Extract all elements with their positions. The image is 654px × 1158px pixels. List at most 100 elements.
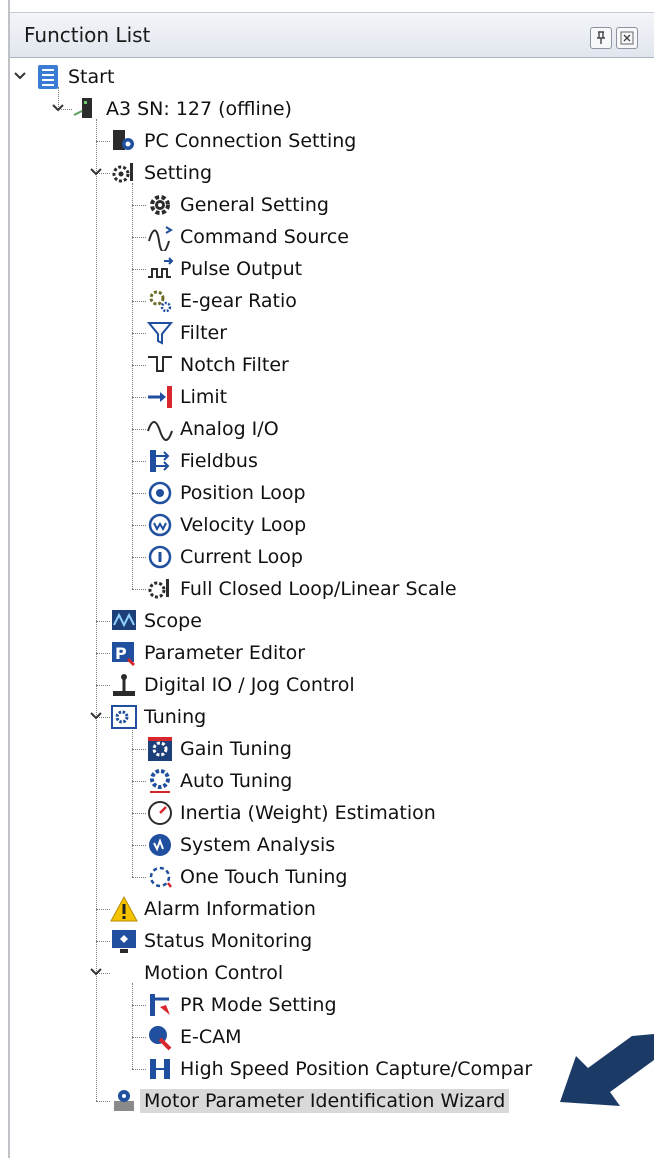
svg-text:P: P <box>115 644 127 663</box>
tree-item-alarm-information[interactable]: Alarm Information <box>10 894 654 924</box>
pin-button[interactable] <box>590 27 612 49</box>
tree-item-setting-3[interactable]: E-gear Ratio <box>10 286 654 316</box>
tree-item-tuning-4[interactable]: One Touch Tuning <box>10 862 654 892</box>
tree-item-setting-9[interactable]: Position Loop <box>10 478 654 508</box>
tree-item-tuning[interactable]: Tuning <box>10 702 654 732</box>
tree-guide-line <box>132 269 146 270</box>
tree-item-setting-7[interactable]: Analog I/O <box>10 414 654 444</box>
tree-item-setting-12[interactable]: Full Closed Loop/Linear Scale <box>10 574 654 604</box>
tree-item-scope[interactable]: Scope <box>10 606 654 636</box>
tree-item-setting-8[interactable]: Fieldbus <box>10 446 654 476</box>
tree-item-label: Limit <box>180 386 228 408</box>
tree-guide-line <box>132 525 146 526</box>
tree-item-setting-5[interactable]: Notch Filter <box>10 350 654 380</box>
pulse-output-icon <box>146 255 174 283</box>
tree-guide-line <box>132 237 146 238</box>
tree-item-label: Motor Parameter Identification Wizard <box>140 1089 510 1113</box>
velocity-loop-icon <box>146 511 174 539</box>
pin-icon <box>597 31 605 44</box>
tree-item-setting-4[interactable]: Filter <box>10 318 654 348</box>
tree-item-label: Motion Control <box>144 962 284 984</box>
tree-item-digital-io-jog-control[interactable]: Digital IO / Jog Control <box>10 670 654 700</box>
chevron-down-icon[interactable] <box>88 964 104 980</box>
chevron-down-icon[interactable] <box>88 164 104 180</box>
tree-guide-line <box>132 749 146 750</box>
tree-guide-line <box>132 205 146 206</box>
auto-tuning-icon <box>146 767 174 795</box>
current-loop-icon <box>146 543 174 571</box>
tree-guide-line <box>132 557 146 558</box>
tree-item-label: Parameter Editor <box>144 642 306 664</box>
gear-icon <box>146 191 174 219</box>
limit-icon <box>146 383 174 411</box>
tree-item-motion-0[interactable]: PR Mode Setting <box>10 990 654 1020</box>
tree-item-setting-0[interactable]: General Setting <box>10 190 654 220</box>
tree-guide-line <box>96 621 110 622</box>
tree-item-setting-1[interactable]: Command Source <box>10 222 654 253</box>
tree-item-setting-11[interactable]: Current Loop <box>10 542 654 572</box>
tree-guide-line <box>96 1101 110 1102</box>
tree-item-tuning-2[interactable]: Inertia (Weight) Estimation <box>10 798 654 828</box>
tree-item-setting-10[interactable]: Velocity Loop <box>10 510 654 540</box>
tree-item-label: General Setting <box>180 194 329 216</box>
function-list-window: Function List Start A3 SN: 127 (offline) P… <box>0 0 654 1158</box>
tree-item-label: E-CAM <box>180 1026 242 1048</box>
tree-item-tuning-3[interactable]: System Analysis <box>10 830 654 860</box>
filter-funnel-icon <box>146 319 174 347</box>
tree-item-label: Pulse Output <box>180 258 303 280</box>
tree-item-setting-6[interactable]: Limit <box>10 382 654 412</box>
tree-item-label: Filter <box>180 322 228 344</box>
tree-item-label: High Speed Position Capture/Compar <box>180 1058 533 1080</box>
tree-guide-line <box>96 909 110 910</box>
tree-guide-line <box>132 333 146 334</box>
tree-item-label: Full Closed Loop/Linear Scale <box>180 578 457 600</box>
one-touch-tuning-icon <box>146 863 174 891</box>
motor-wizard-icon <box>110 1087 138 1115</box>
tree-item-label: Tuning <box>144 706 207 728</box>
scope-icon <box>110 607 138 635</box>
notch-filter-icon <box>146 351 174 379</box>
position-loop-icon <box>146 479 174 507</box>
tree-item-tuning-1[interactable]: Auto Tuning <box>10 766 654 796</box>
tree-item-label: Gain Tuning <box>180 738 292 760</box>
tree-item-parameter-editor[interactable]: P Parameter Editor <box>10 638 654 668</box>
servo-drive-icon <box>72 95 100 123</box>
tree-item-status-monitoring[interactable]: Status Monitoring <box>10 926 654 956</box>
chevron-down-icon[interactable] <box>12 68 28 84</box>
pc-connection-icon <box>110 127 138 155</box>
tree-item-label: Scope <box>144 610 202 632</box>
gain-tuning-icon <box>146 735 174 763</box>
chevron-down-icon[interactable] <box>88 708 104 724</box>
tree-item-label: Command Source <box>180 226 349 248</box>
tree-item-pc-connection-setting[interactable]: PC Connection Setting <box>10 126 654 156</box>
tree-item-setting-2[interactable]: Pulse Output <box>10 254 654 284</box>
egear-icon <box>146 287 174 315</box>
tree-item-start[interactable]: Start <box>10 62 654 92</box>
tree-item-label: Position Loop <box>180 482 306 504</box>
status-monitor-icon <box>110 927 138 955</box>
chevron-down-icon[interactable] <box>50 100 66 116</box>
tree-item-device[interactable]: A3 SN: 127 (offline) <box>10 94 654 124</box>
tree-item-tuning-0[interactable]: Gain Tuning <box>10 734 654 764</box>
warning-icon <box>110 895 138 923</box>
tree-item-label: Digital IO / Jog Control <box>144 674 355 696</box>
tree-guide-line <box>96 941 110 942</box>
panel-title: Function List <box>24 23 151 47</box>
tree-guide-line <box>132 461 146 462</box>
pr-mode-icon <box>146 991 174 1019</box>
tree-guide-line <box>132 589 146 590</box>
tree-guide-line <box>96 141 110 142</box>
tree-item-label: PC Connection Setting <box>144 130 357 152</box>
tree-item-label: Notch Filter <box>180 354 289 376</box>
tuning-icon <box>110 703 138 731</box>
tree-item-setting[interactable]: Setting <box>10 158 654 188</box>
close-button[interactable] <box>616 27 638 49</box>
tree-item-motion-control[interactable]: Motion Control <box>10 958 654 988</box>
tree-item-label: Analog I/O <box>180 418 279 440</box>
tree-guide-line <box>132 1037 146 1038</box>
tree-item-label: Alarm Information <box>144 898 316 920</box>
tree-guide-line <box>132 397 146 398</box>
tree-item-label: Start <box>68 66 115 88</box>
tree-guide-line <box>132 429 146 430</box>
tree-item-label: Velocity Loop <box>180 514 307 536</box>
